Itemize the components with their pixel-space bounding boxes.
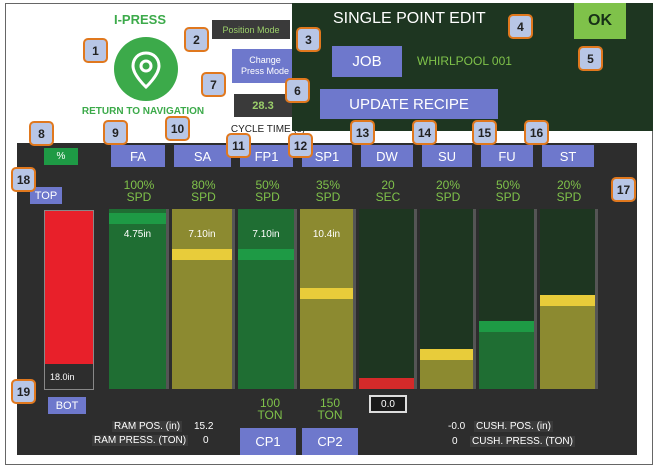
stage-lane-fu[interactable] [479,209,537,389]
stage-position-value: 7.10in [252,229,280,240]
cush-pos-label: CUSH. POS. (in) [474,421,554,432]
callout-7: 7 [201,72,226,97]
speed-unit: SPD [435,190,461,204]
cp1-ton-unit: TON [257,408,283,422]
stage-position-marker[interactable] [359,378,414,389]
ram-press-label: RAM PRESS. (TON) [92,435,189,446]
bot-button[interactable]: BOT [48,397,86,414]
ram-reading: 18.0in [50,372,75,382]
cp1-tonnage: 100 TON [240,397,300,421]
speed-setting[interactable]: 20 SEC [359,179,417,203]
callout-6: 6 [285,78,310,103]
update-recipe-button[interactable]: UPDATE RECIPE [320,89,498,119]
speed-setting[interactable]: 80% SPD [172,179,235,203]
percent-toggle-button[interactable]: % [44,148,78,165]
cush-press-value: 0 [452,436,458,447]
ram-press-value: 0 [203,435,209,446]
stage-position-marker[interactable] [300,288,353,300]
position-mode-indicator: Position Mode [212,20,290,39]
stage-lane-sa[interactable]: 7.10in [172,209,235,389]
stage-lane-sp1[interactable]: 10.4in [300,209,356,389]
speed-setting[interactable]: 35% SPD [300,179,356,203]
speed-unit: SPD [255,190,280,204]
speed-unit: SPD [191,190,216,204]
return-to-navigation[interactable]: RETURN TO NAVIGATION [78,106,208,117]
speed-unit: SPD [126,190,152,204]
callout-13: 13 [350,120,375,145]
stage-fill [540,295,595,389]
column-header-st[interactable]: ST [542,145,594,167]
column-header-fa[interactable]: FA [111,145,165,167]
callout-8: 8 [29,121,54,146]
speed-setting[interactable]: 20% SPD [420,179,476,203]
callout-17: 17 [611,177,636,202]
callout-10: 10 [165,116,190,141]
speed-setting[interactable]: 100% SPD [109,179,169,203]
stage-lane-fp1[interactable]: 7.10in [238,209,297,389]
callout-11: 11 [226,133,251,158]
stage-position-marker[interactable] [420,349,473,361]
speed-unit: SPD [556,190,582,204]
callout-2: 2 [184,27,209,52]
stage-position-value: 10.4in [312,229,341,240]
callout-3: 3 [296,27,321,52]
stage-position-marker[interactable] [172,248,232,260]
ram-pos-label: RAM POS. (in) [112,421,183,432]
cush-press-label: CUSH. PRESS. (TON) [470,436,575,447]
callout-15: 15 [472,120,497,145]
job-button[interactable]: JOB [332,46,402,77]
cp1-button[interactable]: CP1 [240,428,296,455]
app-title: I-PRESS [113,12,166,27]
callout-14: 14 [412,120,437,145]
ram-position-fill [45,211,93,365]
speed-unit: SPD [315,190,341,204]
callout-1: 1 [83,38,108,63]
callout-9: 9 [103,120,128,145]
cp2-button[interactable]: CP2 [302,428,358,455]
ram-gauge [44,210,94,390]
stage-position-marker[interactable] [238,248,294,260]
column-header-dw[interactable]: DW [361,145,413,167]
stage-lane-dw[interactable] [359,209,417,389]
stage-position-value: 4.75in [123,229,152,240]
speed-unit: SPD [495,190,521,204]
stage-lane-st[interactable] [540,209,598,389]
speed-unit: SEC [375,190,401,204]
stage-lane-su[interactable] [420,209,476,389]
column-header-su[interactable]: SU [422,145,472,167]
stage-lane-fa[interactable]: 4.75in [109,209,169,389]
callout-4: 4 [508,14,533,39]
callout-12: 12 [288,133,313,158]
speed-setting[interactable]: 20% SPD [540,179,598,203]
callout-19: 19 [11,379,36,404]
cycle-time-value: 28.3 [234,94,292,117]
ram-pos-value: 15.2 [194,421,214,432]
stage-position-value: 7.10in [188,229,216,240]
speed-setting[interactable]: 50% SPD [238,179,297,203]
dwell-value-display[interactable]: 0.0 [369,395,407,413]
ok-button[interactable]: OK [574,3,626,39]
callout-16: 16 [524,120,549,145]
column-header-sa[interactable]: SA [174,145,231,167]
column-header-fu[interactable]: FU [481,145,533,167]
job-name: WHIRLPOOL 001 [417,54,512,68]
callout-5: 5 [578,46,603,71]
stage-position-marker[interactable] [540,295,595,307]
panel-title: SINGLE POINT EDIT [333,10,486,27]
cp2-tonnage: 150 TON [300,397,360,421]
callout-18: 18 [11,167,36,192]
cp2-ton-unit: TON [317,408,343,422]
cush-pos-value: -0.0 [448,421,466,432]
location-pin-icon[interactable] [114,37,178,101]
speed-setting[interactable]: 50% SPD [479,179,537,203]
stage-position-marker[interactable] [479,320,534,332]
stage-position-marker[interactable] [109,212,166,224]
